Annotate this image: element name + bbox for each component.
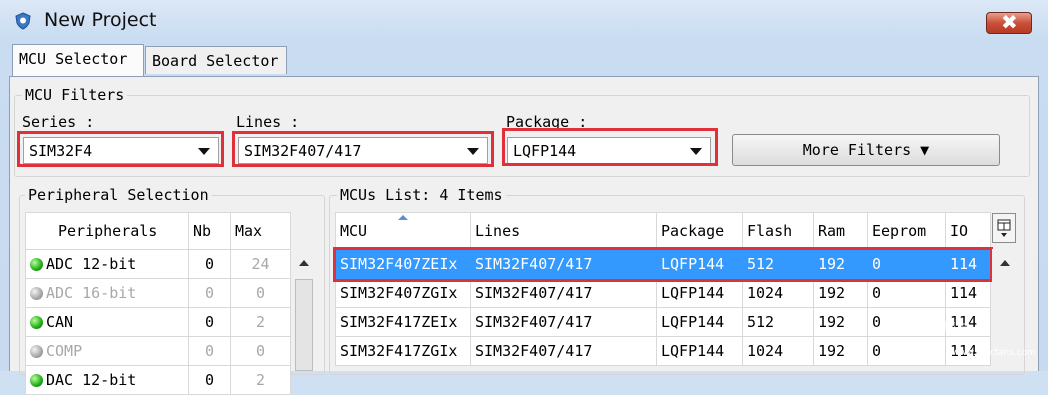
status-green-icon <box>30 374 43 387</box>
flash-cell: 1024 <box>742 278 814 308</box>
peripheral-max: 0 <box>230 278 291 308</box>
scroll-up-icon[interactable] <box>299 260 309 266</box>
sort-asc-icon <box>398 215 408 220</box>
package-cell: LQFP144 <box>656 278 743 308</box>
watermark-text: 电子发烧友 <box>900 321 970 337</box>
close-button[interactable]: ✖ <box>986 10 1032 34</box>
mcus-list-legend: MCUs List: 4 Items <box>337 186 506 204</box>
peripheral-nb[interactable]: 0 <box>188 365 231 395</box>
mcus-header-row: MCU Lines Package Flash Ram Eeprom IO <box>335 212 991 250</box>
peripheral-max: 2 <box>230 307 291 337</box>
peripheral-row[interactable]: COMP 0 0 <box>25 336 291 366</box>
lines-cell: SIM32F407/417 <box>470 336 657 366</box>
status-green-icon <box>30 316 43 329</box>
scroll-up-icon[interactable] <box>1000 260 1010 266</box>
mcu-row[interactable]: SIM32F407ZGIx SIM32F407/417 LQFP144 1024… <box>335 278 991 308</box>
eeprom-header[interactable]: Eeprom <box>867 212 946 250</box>
peripheral-row[interactable]: ADC 16-bit 0 0 <box>25 278 291 308</box>
title-bar: New Project ✖ <box>0 0 1048 42</box>
mcu-filters-legend: MCU Filters <box>22 86 128 104</box>
column-chooser-button[interactable] <box>992 213 1016 243</box>
peripheral-name: ADC 16-bit <box>46 284 137 302</box>
mcu-header[interactable]: MCU <box>335 212 471 250</box>
peripheral-row[interactable]: ADC 12-bit 0 24 <box>25 249 291 279</box>
peripheral-row[interactable]: DAC 12-bit 0 2 <box>25 365 291 395</box>
watermark-url: www.elecfans.com <box>952 348 1036 358</box>
series-label: Series : <box>22 113 95 131</box>
status-green-icon <box>30 258 43 271</box>
mcu-row[interactable]: SIM32F417ZEIx SIM32F407/417 LQFP144 512 … <box>335 307 991 337</box>
tab-mcu-selector[interactable]: MCU Selector <box>12 44 144 77</box>
package-header[interactable]: Package <box>656 212 743 250</box>
peripheral-max: 2 <box>230 365 291 395</box>
peripherals-table: Peripherals Nb Max ADC 12-bit 0 24 ADC 1… <box>25 212 291 395</box>
peripheral-name: DAC 12-bit <box>46 371 137 389</box>
column-chooser-icon <box>997 219 1011 237</box>
peripheral-name: CAN <box>46 313 74 331</box>
lines-label: Lines : <box>236 113 300 131</box>
peripheral-nb[interactable]: 0 <box>188 249 231 279</box>
status-gray-icon <box>30 345 43 358</box>
selected-row-highlight <box>333 247 993 282</box>
mcu-row[interactable]: SIM32F417ZGIx SIM32F407/417 LQFP144 1024… <box>335 336 991 366</box>
lines-highlight <box>232 131 494 167</box>
eeprom-cell: 0 <box>867 336 946 366</box>
peripheral-max: 24 <box>230 249 291 279</box>
peripheral-nb[interactable]: 0 <box>188 307 231 337</box>
max-header[interactable]: Max <box>230 212 291 250</box>
flash-cell: 1024 <box>742 336 814 366</box>
lines-header[interactable]: Lines <box>470 212 657 250</box>
ram-header[interactable]: Ram <box>813 212 868 250</box>
io-cell: 114 <box>945 278 991 308</box>
io-header[interactable]: IO <box>945 212 991 250</box>
package-cell: LQFP144 <box>656 307 743 337</box>
ram-cell: 192 <box>813 278 868 308</box>
mcu-header-label: MCU <box>340 222 368 240</box>
lines-cell: SIM32F407/417 <box>470 307 657 337</box>
peripherals-header-row: Peripherals Nb Max <box>25 212 291 250</box>
mcu-cell: SIM32F417ZGIx <box>335 336 471 366</box>
mcu-cell: SIM32F407ZGIx <box>335 278 471 308</box>
package-highlight <box>502 128 718 166</box>
mcu-cell: SIM32F417ZEIx <box>335 307 471 337</box>
flash-cell: 512 <box>742 307 814 337</box>
new-project-window: New Project ✖ MCU Selector Board Selecto… <box>0 0 1048 395</box>
lines-cell: SIM32F407/417 <box>470 278 657 308</box>
scroll-thumb[interactable] <box>295 279 313 371</box>
ram-cell: 192 <box>813 307 868 337</box>
flash-header[interactable]: Flash <box>742 212 814 250</box>
peripheral-row[interactable]: CAN 0 2 <box>25 307 291 337</box>
close-icon: ✖ <box>1001 10 1018 34</box>
eeprom-cell: 0 <box>867 278 946 308</box>
peripheral-name: COMP <box>46 342 83 360</box>
peripherals-header[interactable]: Peripherals <box>25 212 189 250</box>
tab-board-selector[interactable]: Board Selector <box>145 46 287 74</box>
peripherals-scrollbar[interactable] <box>291 249 318 371</box>
peripheral-max: 0 <box>230 336 291 366</box>
peripheral-selection-legend: Peripheral Selection <box>25 186 212 204</box>
window-title: New Project <box>44 9 157 31</box>
status-gray-icon <box>30 287 43 300</box>
peripheral-name: ADC 12-bit <box>46 255 137 273</box>
more-filters-button[interactable]: More Filters ▼ <box>732 134 1000 166</box>
series-highlight <box>17 131 224 167</box>
peripheral-nb: 0 <box>188 336 231 366</box>
app-shield-icon <box>15 12 31 30</box>
peripheral-nb: 0 <box>188 278 231 308</box>
package-cell: LQFP144 <box>656 336 743 366</box>
ram-cell: 192 <box>813 336 868 366</box>
nb-header[interactable]: Nb <box>188 212 231 250</box>
mcus-table: MCU Lines Package Flash Ram Eeprom IO SI… <box>335 212 991 366</box>
